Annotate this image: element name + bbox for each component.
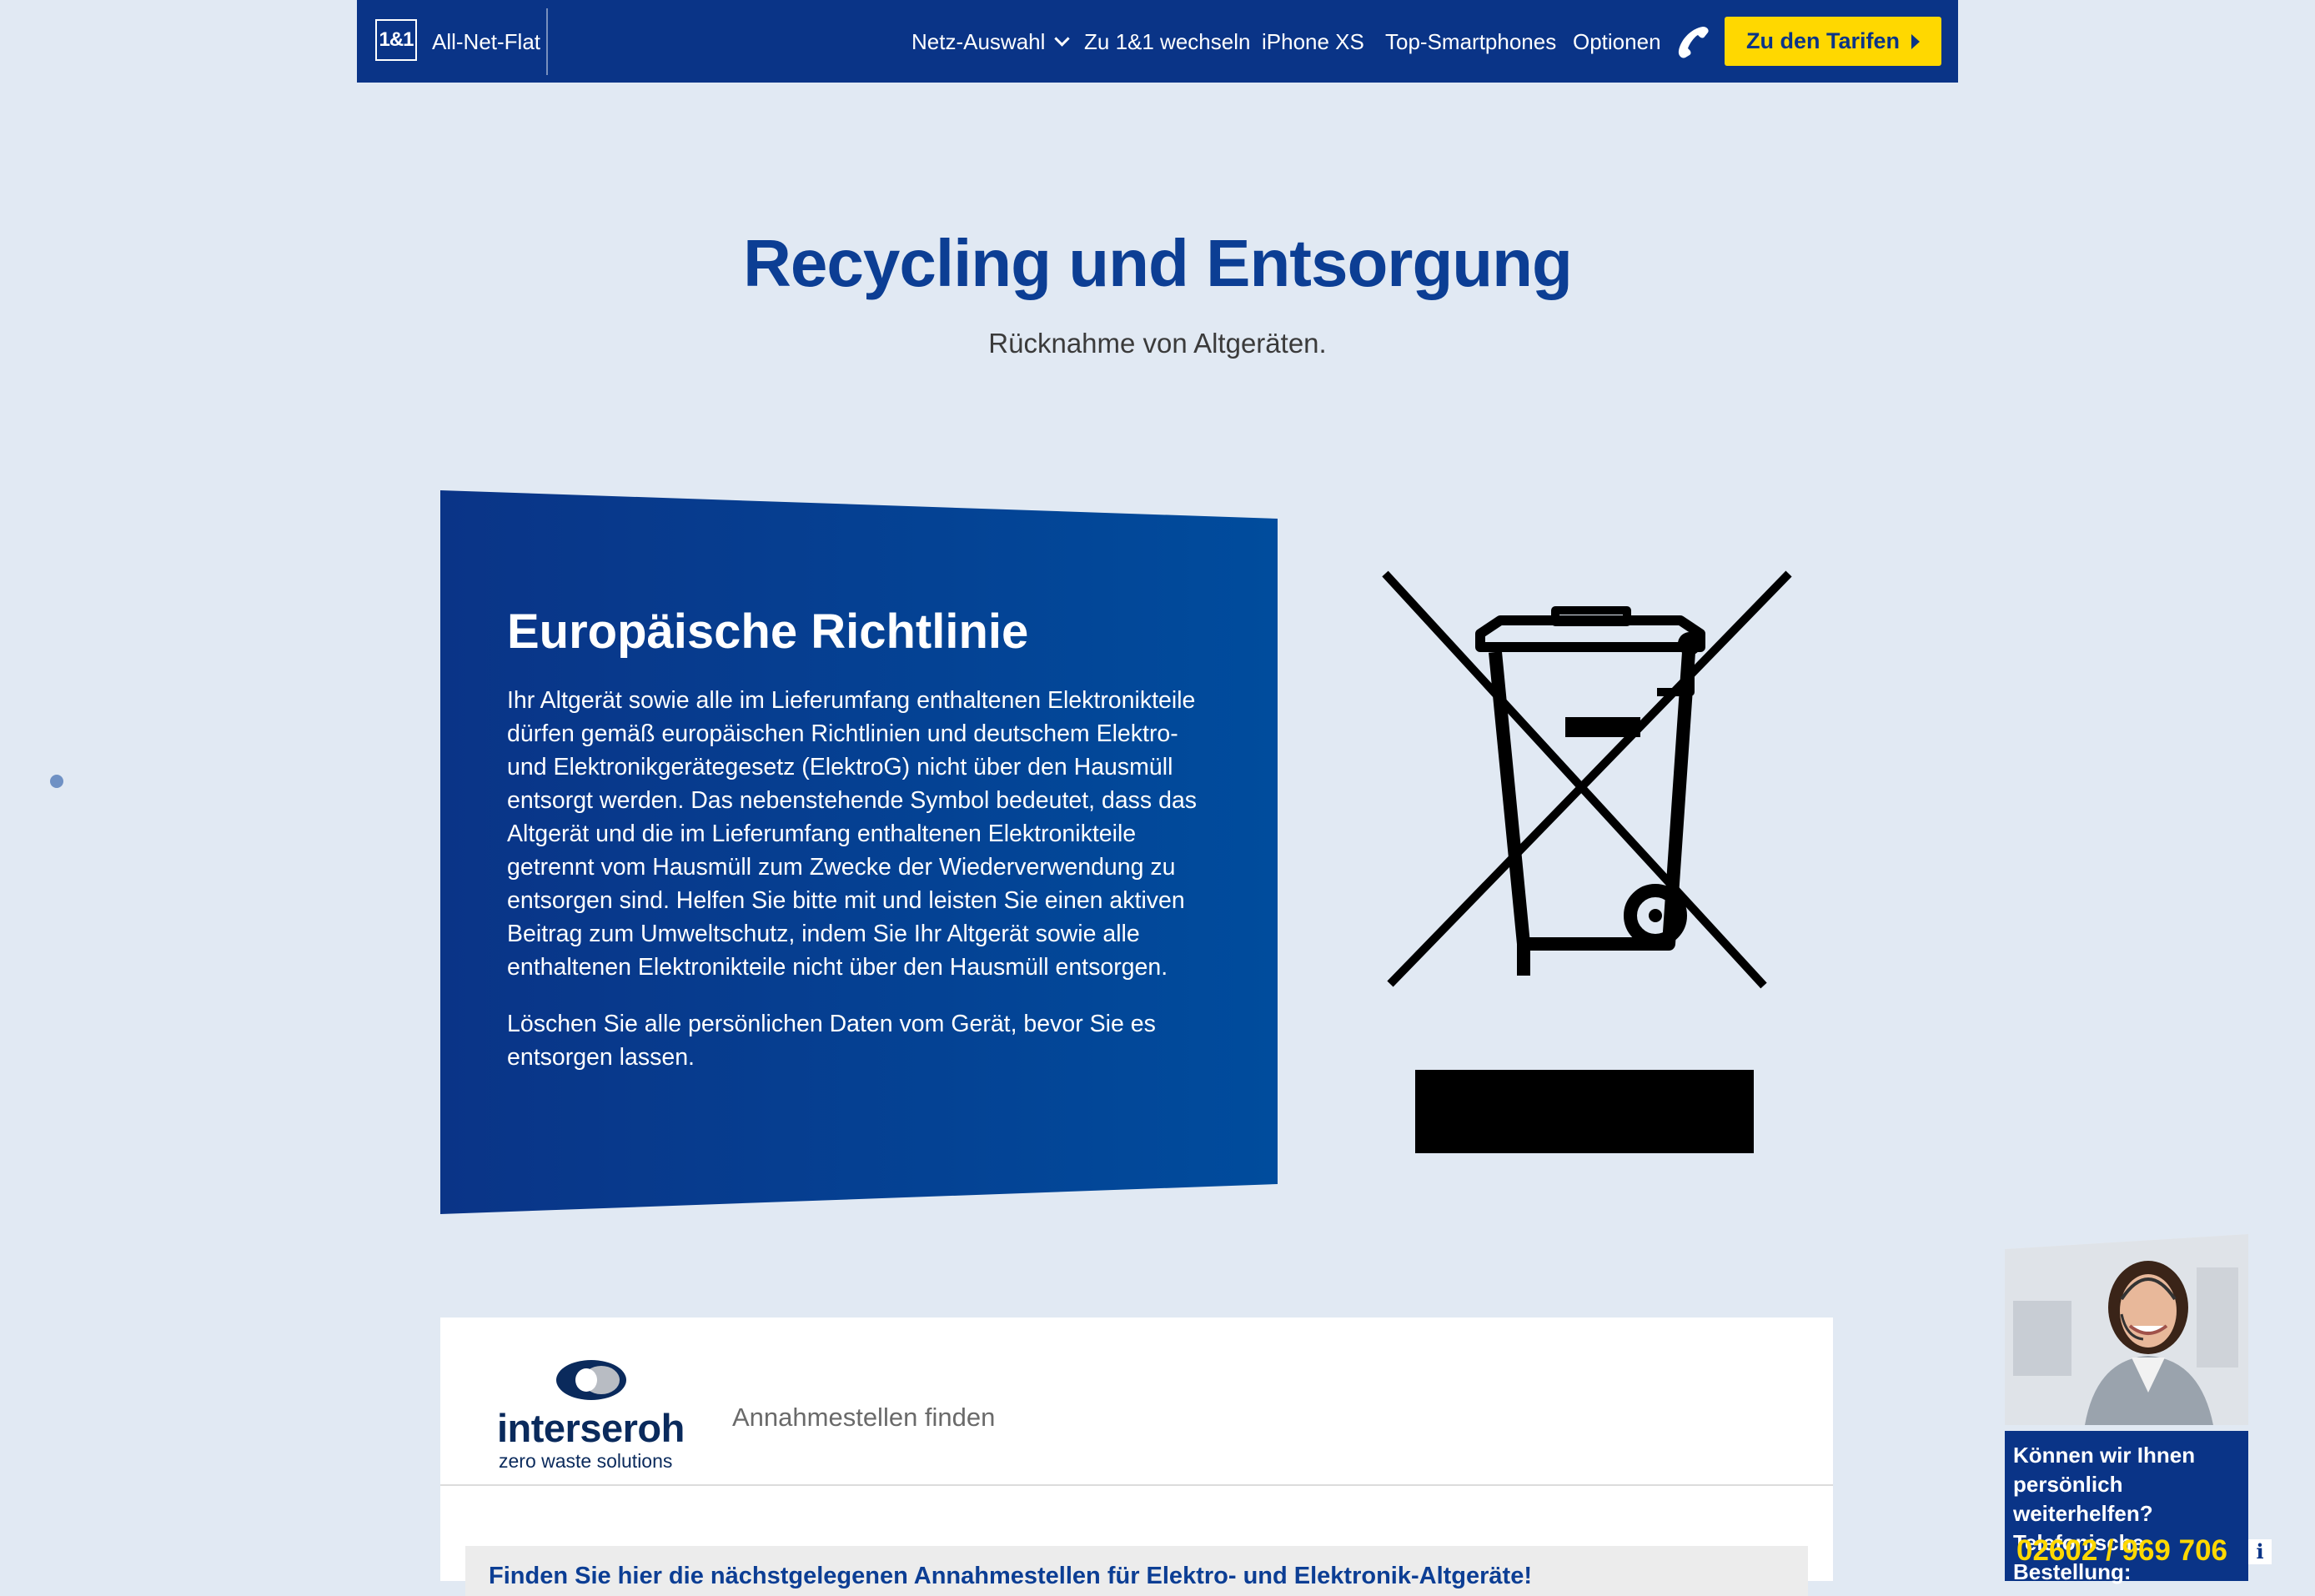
- interseroh-logo-icon: [556, 1360, 626, 1400]
- support-phone-number[interactable]: 02602 / 969 706: [2016, 1534, 2227, 1568]
- panel-paragraph: Löschen Sie alle persönlichen Daten vom …: [507, 1011, 1156, 1071]
- nav-item-wechseln[interactable]: Zu 1&1 wechseln: [1084, 29, 1250, 55]
- chevron-down-icon: [1054, 31, 1071, 47]
- panel-paragraph: Ihr Altgerät sowie alle im Lieferumfang …: [507, 687, 1198, 981]
- tab-find-collection-points[interactable]: Annahmestellen finden: [732, 1403, 995, 1433]
- divider: [440, 1484, 1833, 1486]
- support-agent-image: [2005, 1234, 2248, 1425]
- interseroh-brand-name: interseroh: [497, 1406, 685, 1450]
- info-icon[interactable]: i: [2248, 1539, 2272, 1564]
- directive-panel: Europäische Richtlinie Ihr Altgerät sowi…: [440, 490, 1278, 1214]
- nav-item-label: Netz-Auswahl: [911, 29, 1046, 54]
- nav-item-netz-auswahl[interactable]: Netz-Auswahl: [911, 29, 1071, 55]
- finder-notice: Finden Sie hier die nächstgelegenen Anna…: [465, 1546, 1808, 1596]
- interseroh-claim: zero waste solutions: [499, 1450, 673, 1472]
- brand-divider: [546, 8, 548, 75]
- crossed-out-wheelie-bin-icon: [1382, 570, 1792, 989]
- top-navbar: 1&1 All-Net-Flat Netz-Auswahl Zu 1&1 wec…: [357, 0, 1958, 83]
- phone-icon[interactable]: [1675, 23, 1711, 60]
- panel-body: Ihr Altgerät sowie alle im Lieferumfang …: [507, 684, 1208, 1097]
- dot-indicator[interactable]: [50, 775, 63, 788]
- panel-title: Europäische Richtlinie: [507, 605, 1029, 659]
- nav-item-optionen[interactable]: Optionen: [1573, 29, 1661, 55]
- support-callout[interactable]: Können wir Ihnen persönlich weiterhelfen…: [2005, 1431, 2272, 1584]
- support-agent-photo[interactable]: [2005, 1234, 2248, 1425]
- collection-point-finder: interseroh zero waste solutions Annahmes…: [440, 1317, 1833, 1596]
- cta-label: Zu den Tarifen: [1745, 28, 1900, 53]
- nav-item-top-smartphones[interactable]: Top-Smartphones: [1385, 29, 1556, 55]
- tariffs-cta-button[interactable]: Zu den Tarifen: [1725, 17, 1941, 66]
- page-title: Recycling und Entsorgung: [743, 226, 1573, 300]
- finder-notice-text: Finden Sie hier die nächstgelegenen Anna…: [489, 1563, 1532, 1589]
- weee-underline-bar: [1415, 1070, 1754, 1153]
- page-subtitle: Rücknahme von Altgeräten.: [988, 328, 1327, 359]
- brand-logo[interactable]: 1&1: [375, 19, 417, 61]
- brand-name[interactable]: All-Net-Flat: [432, 29, 540, 55]
- nav-item-iphone-xs[interactable]: iPhone XS: [1262, 29, 1364, 55]
- caret-right-icon: [1911, 34, 1920, 49]
